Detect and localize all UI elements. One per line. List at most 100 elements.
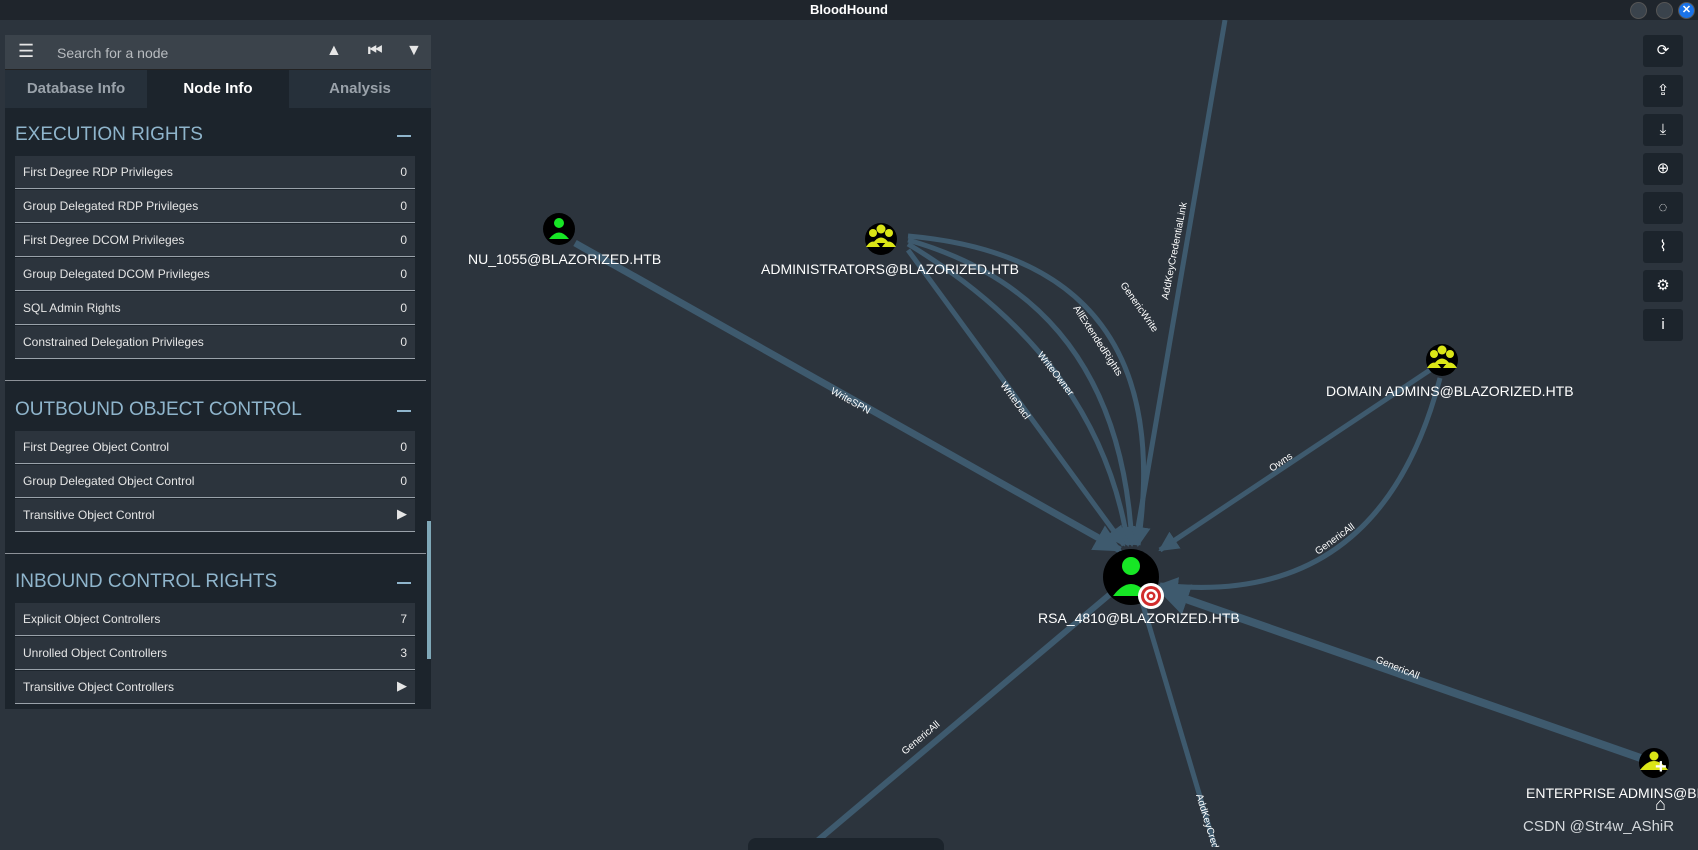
upload-button[interactable]: ⇪ bbox=[1643, 75, 1683, 107]
node-info-panel: ☰ ▲ ⏮ ▼ Database Info Node Info Analysis… bbox=[5, 35, 431, 709]
section-divider bbox=[5, 380, 426, 381]
settings-icon: ⚙ bbox=[1656, 277, 1670, 294]
search-bar: ☰ ▲ ⏮ ▼ bbox=[5, 35, 431, 70]
layout-icon: ◌ bbox=[1658, 199, 1668, 216]
collapse-icon[interactable] bbox=[397, 135, 411, 137]
import-button[interactable]: ⊕ bbox=[1643, 153, 1683, 185]
row-label: Constrained Delegation Privileges bbox=[23, 335, 204, 349]
watermark: CSDN @Str4w_AShiR bbox=[1523, 818, 1675, 835]
pathfinding-icon[interactable]: ▲ bbox=[326, 42, 342, 60]
node-label-domain-admins[interactable]: DOMAIN ADMINS@BLAZORIZED.HTB bbox=[1326, 383, 1574, 399]
refresh-icon: ⟳ bbox=[1656, 42, 1670, 59]
panel-tabs: Database Info Node Info Analysis bbox=[5, 70, 431, 108]
section-header-outbound-object-control[interactable]: OUTBOUND OBJECT CONTROL bbox=[15, 399, 302, 421]
row-label: Group Delegated DCOM Privileges bbox=[23, 267, 210, 281]
window-title: BloodHound bbox=[810, 2, 888, 17]
row-group-delegated-rdp[interactable]: Group Delegated RDP Privileges 0 bbox=[15, 190, 415, 223]
tab-analysis[interactable]: Analysis bbox=[289, 70, 431, 108]
row-label: Group Delegated Object Control bbox=[23, 474, 195, 488]
download-button[interactable]: ⤓ bbox=[1643, 114, 1683, 146]
node-administrators[interactable] bbox=[865, 223, 897, 255]
edge-genericall-da bbox=[1158, 377, 1443, 597]
title-bar: BloodHound ✕ bbox=[0, 0, 1698, 20]
edge-label-writedacl: WriteDacl bbox=[998, 380, 1032, 421]
scrollbar[interactable] bbox=[427, 521, 431, 659]
row-group-delegated-dcom[interactable]: Group Delegated DCOM Privileges 0 bbox=[15, 258, 415, 291]
node-label-administrators[interactable]: ADMINISTRATORS@BLAZORIZED.HTB bbox=[761, 261, 1019, 277]
row-label: SQL Admin Rights bbox=[23, 301, 121, 315]
node-label-enterprise-admins[interactable]: ENTERPRISE ADMINS@BLA bbox=[1526, 785, 1698, 801]
row-value: 0 bbox=[400, 335, 407, 349]
edge-label-writespn: WriteSPN bbox=[829, 386, 873, 417]
collapse-icon[interactable] bbox=[397, 410, 411, 412]
panel-content: EXECUTION RIGHTS First Degree RDP Privil… bbox=[5, 108, 431, 709]
maximize-button[interactable] bbox=[1656, 2, 1673, 19]
menu-icon[interactable]: ☰ bbox=[18, 41, 34, 62]
row-label: First Degree DCOM Privileges bbox=[23, 233, 185, 247]
filter-icon[interactable]: ▼ bbox=[406, 42, 422, 60]
row-label: Transitive Object Controllers bbox=[23, 680, 174, 694]
edge-label-allextendedrights: AllExtendedRights bbox=[1070, 304, 1124, 379]
edge-label-addkeycred-bottom: AddKeyCred bbox=[1193, 793, 1220, 847]
row-first-degree-object-control[interactable]: First Degree Object Control 0 bbox=[15, 431, 415, 464]
edge-label-genericwrite: GenericWrite bbox=[1118, 280, 1161, 334]
expand-arrow-icon[interactable]: ▶ bbox=[397, 506, 407, 522]
row-transitive-object-control[interactable]: Transitive Object Control ▶ bbox=[15, 499, 415, 532]
row-value: 0 bbox=[400, 165, 407, 179]
close-window-button[interactable]: ✕ bbox=[1678, 2, 1695, 19]
info-icon: i bbox=[1661, 316, 1665, 333]
row-label: First Degree RDP Privileges bbox=[23, 165, 173, 179]
tab-node-info[interactable]: Node Info bbox=[147, 70, 289, 108]
chart-button[interactable]: ⌇ bbox=[1643, 231, 1683, 263]
node-label-nu-1055[interactable]: NU_1055@BLAZORIZED.HTB bbox=[468, 251, 661, 267]
node-domain-admins[interactable] bbox=[1426, 344, 1458, 376]
row-label: Group Delegated RDP Privileges bbox=[23, 199, 199, 213]
row-value: 3 bbox=[400, 646, 407, 660]
search-input[interactable] bbox=[55, 42, 309, 64]
section-header-execution-rights[interactable]: EXECUTION RIGHTS bbox=[15, 124, 203, 146]
edge-allextendedrights bbox=[907, 237, 1142, 547]
row-label: Unrolled Object Controllers bbox=[23, 646, 168, 660]
bottom-tab[interactable] bbox=[748, 838, 944, 850]
download-icon: ⤓ bbox=[1659, 121, 1667, 138]
edge-addkeycredentiallink-top bbox=[1132, 20, 1228, 546]
edge-label-writeowner: WriteOwner bbox=[1035, 350, 1076, 399]
collapse-icon[interactable] bbox=[397, 582, 411, 584]
minimize-button[interactable] bbox=[1630, 2, 1647, 19]
layout-button[interactable]: ◌ bbox=[1643, 192, 1683, 224]
row-sql-admin-rights[interactable]: SQL Admin Rights 0 bbox=[15, 292, 415, 325]
row-first-degree-dcom[interactable]: First Degree DCOM Privileges 0 bbox=[15, 224, 415, 257]
settings-button[interactable]: ⚙ bbox=[1643, 270, 1683, 302]
node-nu-1055[interactable] bbox=[543, 213, 575, 245]
expand-arrow-icon[interactable]: ▶ bbox=[397, 678, 407, 694]
upload-icon: ⇪ bbox=[1656, 82, 1670, 99]
row-value: 0 bbox=[400, 199, 407, 213]
row-value: 0 bbox=[400, 301, 407, 315]
row-constrained-delegation[interactable]: Constrained Delegation Privileges 0 bbox=[15, 326, 415, 359]
home-icon[interactable]: ⌂ bbox=[1655, 794, 1666, 815]
row-transitive-object-controllers[interactable]: Transitive Object Controllers ▶ bbox=[15, 671, 415, 704]
row-label: First Degree Object Control bbox=[23, 440, 170, 454]
back-icon[interactable]: ⏮ bbox=[368, 42, 382, 60]
row-label: Explicit Object Controllers bbox=[23, 612, 161, 626]
row-value: 0 bbox=[400, 233, 407, 247]
row-first-degree-rdp[interactable]: First Degree RDP Privileges 0 bbox=[15, 156, 415, 189]
row-value: 0 bbox=[400, 474, 407, 488]
node-rsa-4810[interactable] bbox=[1103, 549, 1164, 609]
row-value: 0 bbox=[400, 267, 407, 281]
section-divider bbox=[5, 553, 426, 554]
info-button[interactable]: i bbox=[1643, 309, 1683, 341]
tab-database-info[interactable]: Database Info bbox=[5, 70, 147, 108]
node-label-rsa-4810[interactable]: RSA_4810@BLAZORIZED.HTB bbox=[1038, 610, 1240, 626]
section-header-inbound-control-rights[interactable]: INBOUND CONTROL RIGHTS bbox=[15, 571, 277, 593]
row-value: 7 bbox=[400, 612, 407, 626]
chart-icon: ⌇ bbox=[1659, 238, 1667, 255]
row-value: 0 bbox=[400, 440, 407, 454]
row-unrolled-object-controllers[interactable]: Unrolled Object Controllers 3 bbox=[15, 637, 415, 670]
row-explicit-object-controllers[interactable]: Explicit Object Controllers 7 bbox=[15, 603, 415, 636]
row-group-delegated-object-control[interactable]: Group Delegated Object Control 0 bbox=[15, 465, 415, 498]
import-icon: ⊕ bbox=[1656, 160, 1670, 177]
zoom-in-button[interactable]: + bbox=[1655, 756, 1667, 779]
refresh-button[interactable]: ⟳ bbox=[1643, 35, 1683, 67]
row-label: Transitive Object Control bbox=[23, 508, 155, 522]
